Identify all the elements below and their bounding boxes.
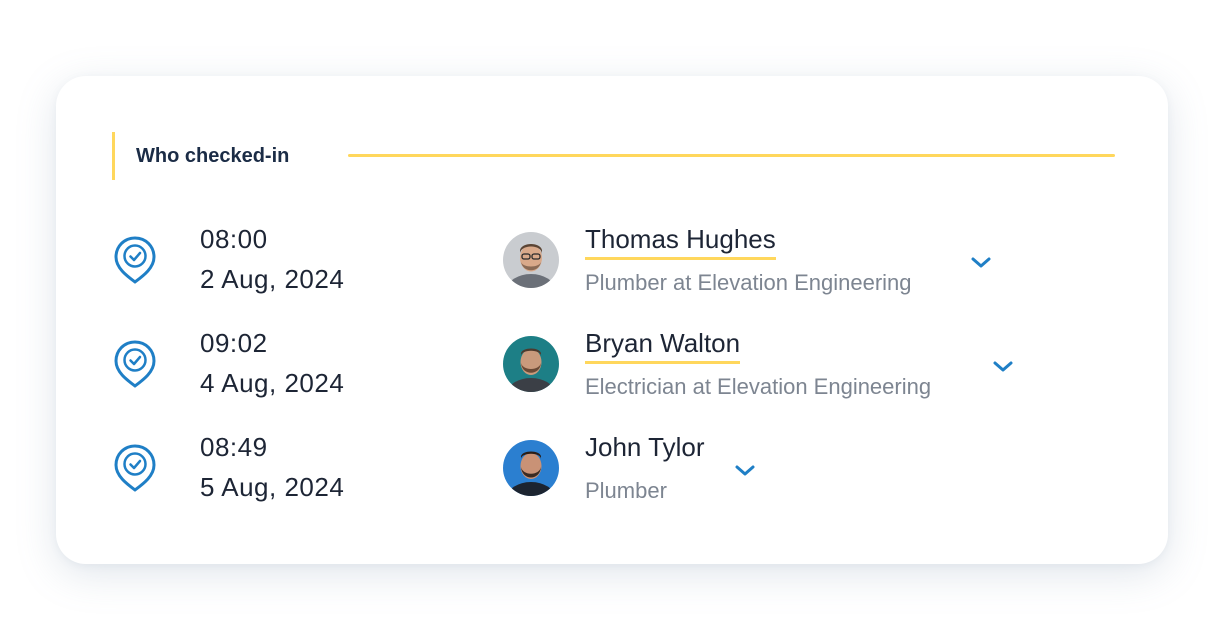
chevron-down-icon[interactable] [991, 358, 1015, 374]
avatar [503, 232, 559, 288]
checkin-card: Who checked-in 08:00 2 Aug, 2024 Thomas … [56, 76, 1168, 564]
section-title: Who checked-in [136, 144, 290, 167]
location-check-icon [114, 340, 156, 388]
checkin-time: 08:00 [200, 224, 268, 254]
location-check-icon [114, 236, 156, 284]
person-name: Bryan Walton [585, 328, 741, 364]
person-role: Electrician at Elevation Engineering [585, 374, 932, 399]
section-header: Who checked-in [112, 132, 1115, 180]
checkin-row: 08:49 5 Aug, 2024 John Tylor Plumber [56, 432, 1168, 512]
checkin-time: 09:02 [200, 328, 268, 358]
checkin-time: 08:49 [200, 432, 268, 462]
checkin-row: 08:00 2 Aug, 2024 Thomas Hughes Plumber … [56, 224, 1168, 304]
header-divider [348, 154, 1115, 157]
person-role: Plumber [585, 478, 667, 503]
location-check-icon [114, 444, 156, 492]
checkin-date: 4 Aug, 2024 [200, 368, 345, 398]
chevron-down-icon[interactable] [969, 254, 993, 270]
person-role: Plumber at Elevation Engineering [585, 270, 912, 295]
avatar [503, 336, 559, 392]
person-name: John Tylor [585, 432, 705, 462]
checkin-date: 5 Aug, 2024 [200, 472, 345, 502]
avatar [503, 440, 559, 496]
checkin-date: 2 Aug, 2024 [200, 264, 345, 294]
chevron-down-icon[interactable] [733, 462, 757, 478]
checkin-row: 09:02 4 Aug, 2024 Bryan Walton Electrici… [56, 328, 1168, 408]
person-name: Thomas Hughes [585, 224, 776, 260]
